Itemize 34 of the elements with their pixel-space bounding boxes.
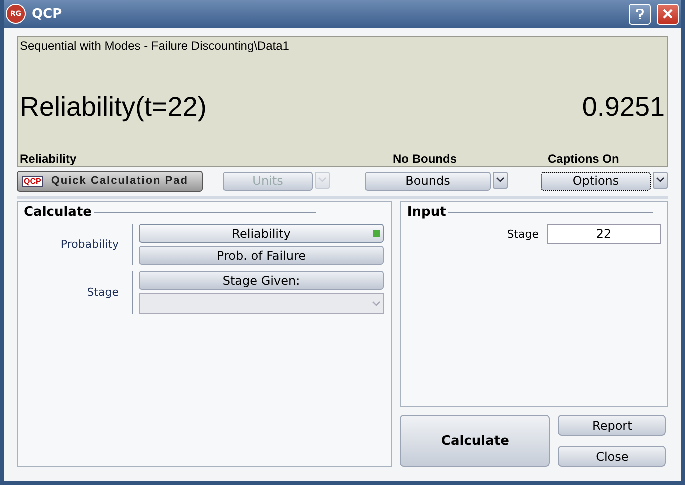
option-button[interactable]: Stage Given: xyxy=(139,271,384,290)
result-value: 0.9251 xyxy=(582,92,665,123)
group-label: Probability xyxy=(60,238,119,251)
result-expression: Reliability(t=22) xyxy=(20,92,207,123)
calculate-button[interactable]: Calculate xyxy=(400,415,550,467)
close-icon xyxy=(663,9,673,19)
chevron-down-icon xyxy=(656,177,665,183)
window-title: QCP xyxy=(32,6,64,22)
chevron-down-icon xyxy=(496,177,505,183)
status-caption: Captions On xyxy=(548,152,620,166)
question-mark-icon xyxy=(636,8,644,20)
status-caption: No Bounds xyxy=(393,152,458,166)
dropdown-button[interactable]: Options xyxy=(541,172,651,190)
data-path: Sequential with Modes - Failure Discounting\Data1 xyxy=(20,39,290,53)
quick-calculation-pad-button[interactable]: QCP Quick Calculation Pad xyxy=(17,170,203,192)
option-button[interactable]: Reliability xyxy=(139,224,384,243)
stage-input[interactable]: 22 xyxy=(547,224,661,244)
group-label: Stage xyxy=(86,286,119,299)
chevron-down-icon xyxy=(318,177,327,183)
close-button[interactable] xyxy=(657,4,679,24)
status-caption: Reliability xyxy=(20,152,78,166)
qcp-icon: QCP xyxy=(22,176,44,186)
help-button[interactable] xyxy=(629,4,651,24)
action-button[interactable]: Report xyxy=(558,415,666,436)
section-title: Calculate xyxy=(24,205,92,220)
dropdown-arrow-button[interactable] xyxy=(653,172,668,188)
option-button[interactable]: Prob. of Failure xyxy=(139,246,384,265)
action-button[interactable]: Close xyxy=(558,446,666,467)
section-title: Input xyxy=(407,205,446,220)
dropdown-button[interactable]: Bounds xyxy=(365,172,491,190)
field-label: Stage xyxy=(507,228,539,240)
chevron-down-icon xyxy=(372,300,381,306)
dropdown-arrow-button[interactable] xyxy=(493,172,508,188)
selected-indicator-icon xyxy=(373,230,380,237)
